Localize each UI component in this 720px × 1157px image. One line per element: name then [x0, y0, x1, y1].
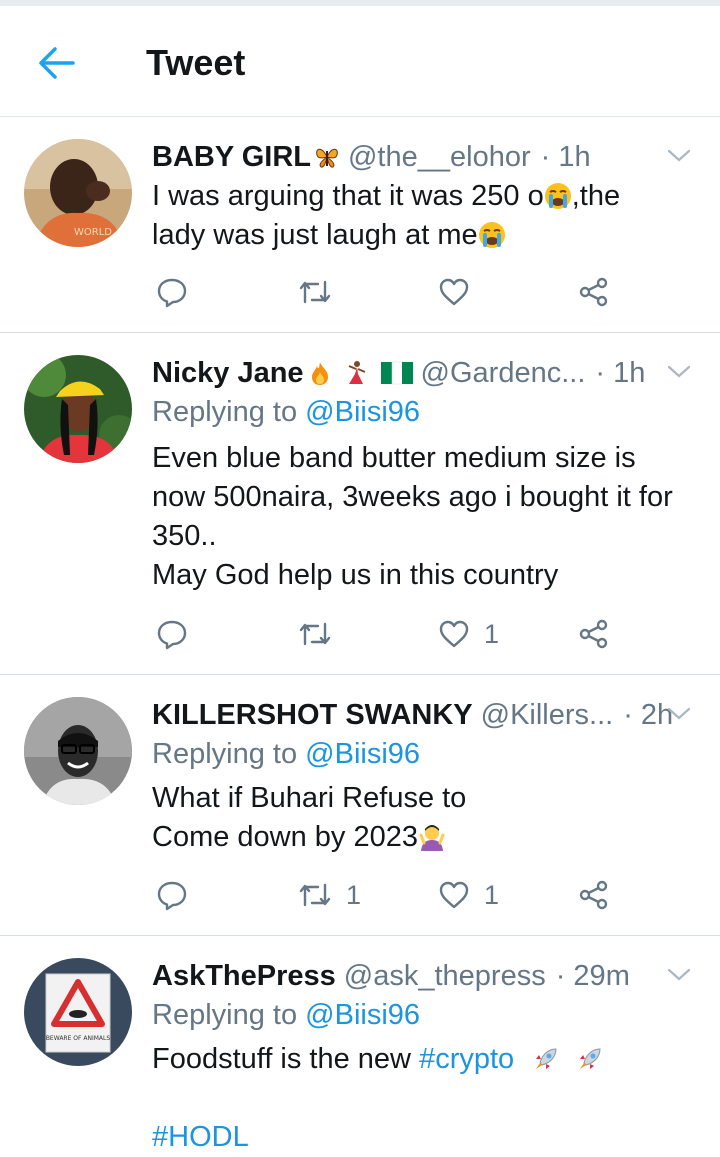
- reply-button[interactable]: [156, 878, 202, 912]
- display-name[interactable]: Nicky Jane: [152, 357, 304, 390]
- display-name[interactable]: BABY GIRL: [152, 141, 311, 174]
- mention-link[interactable]: @Biisi96: [305, 396, 420, 428]
- hashtag-link[interactable]: #crypto: [419, 1043, 514, 1075]
- retweet-button[interactable]: [298, 275, 346, 309]
- timestamp[interactable]: · 29m: [556, 960, 630, 993]
- tweet-text: Foodstuff is the new #crypto #HODL: [152, 1040, 700, 1157]
- share-button[interactable]: [578, 617, 610, 651]
- mention-link[interactable]: @Biisi96: [305, 738, 420, 770]
- share-icon: [579, 277, 608, 307]
- reply-icon: [157, 278, 187, 308]
- crying-face-emoji-icon: [478, 222, 505, 248]
- heart-icon: [439, 881, 469, 909]
- mention-link[interactable]: @Biisi96: [305, 999, 420, 1031]
- butterfly-emoji-icon: [316, 148, 338, 168]
- replying-to: Replying to @Biisi96: [152, 999, 421, 1031]
- rocket-emoji-icon: [536, 1048, 557, 1069]
- retweet-count: 1: [346, 879, 362, 910]
- nigeria-flag-icon: [380, 361, 413, 385]
- replying-to: Replying to @Biisi96: [152, 396, 421, 428]
- tweet-actions: 1: [152, 617, 622, 651]
- chevron-down-icon[interactable]: [666, 359, 692, 385]
- avatar[interactable]: [24, 697, 132, 805]
- svg-text:WORLD: WORLD: [74, 227, 112, 238]
- reply-button[interactable]: [156, 617, 202, 651]
- back-arrow-icon: [39, 47, 75, 79]
- like-count: 1: [484, 618, 500, 649]
- like-button[interactable]: [438, 275, 484, 309]
- user-handle[interactable]: @Killers...: [481, 699, 614, 732]
- tweet-text: Even blue band butter medium size is now…: [152, 442, 673, 591]
- retweet-button[interactable]: [298, 617, 346, 651]
- replying-to: Replying to @Biisi96: [152, 738, 421, 770]
- share-icon: [579, 880, 608, 910]
- timestamp[interactable]: · 1h: [541, 141, 591, 174]
- timestamp[interactable]: · 1h: [595, 357, 645, 390]
- tweet-actions: 1 1: [152, 878, 622, 912]
- share-icon: [579, 619, 608, 649]
- user-handle[interactable]: @Gardenc...: [421, 357, 586, 390]
- rocket-emoji-icon: [580, 1048, 601, 1069]
- crying-face-emoji-icon: [544, 183, 571, 209]
- retweet-button[interactable]: 1: [298, 878, 361, 912]
- shrug-emoji-icon: [419, 825, 445, 851]
- top-bar: Tweet: [0, 6, 720, 117]
- heart-icon: [439, 620, 469, 648]
- chevron-down-icon[interactable]: [666, 962, 692, 988]
- retweet-icon: [299, 622, 331, 646]
- user-handle[interactable]: @ask_thepress: [344, 960, 546, 993]
- like-button[interactable]: 1: [438, 617, 499, 651]
- like-button[interactable]: 1: [438, 878, 499, 912]
- avatar[interactable]: BEWARE OF ANIMALS: [24, 958, 132, 1066]
- retweet-icon: [299, 883, 331, 907]
- tweet-actions: [152, 275, 622, 309]
- reply-icon: [157, 620, 187, 650]
- avatar-sign-text: BEWARE OF ANIMALS: [46, 1035, 111, 1042]
- share-button[interactable]: [578, 275, 610, 309]
- like-count: 1: [484, 879, 500, 910]
- tweet-2[interactable]: Nicky Jane @Gardenc... · 1h Replying to …: [0, 333, 720, 675]
- tweet-text: What if Buhari Refuse to Come down by 20…: [152, 782, 467, 853]
- tweet-text: I was arguing that it was 250 o ,the lady…: [152, 180, 621, 251]
- reply-button[interactable]: [156, 275, 202, 309]
- avatar[interactable]: WORLD: [24, 139, 132, 247]
- heart-icon: [439, 278, 469, 306]
- hashtag-link[interactable]: #HODL: [152, 1121, 249, 1153]
- tweet-4[interactable]: BEWARE OF ANIMALS AskThePress @ask_thepr…: [0, 936, 720, 1153]
- display-name[interactable]: AskThePress: [152, 960, 336, 993]
- user-handle[interactable]: @the__elohor: [348, 141, 531, 174]
- back-button[interactable]: [30, 40, 84, 86]
- chevron-down-icon[interactable]: [666, 143, 692, 169]
- fire-emoji-icon: [311, 362, 328, 385]
- tweet-3[interactable]: KILLERSHOT SWANKY @Killers... · 2h Reply…: [0, 675, 720, 936]
- dancer-emoji-icon: [348, 361, 365, 384]
- display-name[interactable]: KILLERSHOT SWANKY: [152, 699, 473, 732]
- chevron-down-icon[interactable]: [666, 701, 692, 727]
- tweet-1[interactable]: WORLD BABY GIRL @the__elohor · 1h I was …: [0, 117, 720, 333]
- reply-icon: [157, 881, 187, 911]
- share-button[interactable]: [578, 878, 610, 912]
- retweet-icon: [299, 280, 331, 304]
- page-title: Tweet: [146, 42, 246, 83]
- avatar[interactable]: [24, 355, 132, 463]
